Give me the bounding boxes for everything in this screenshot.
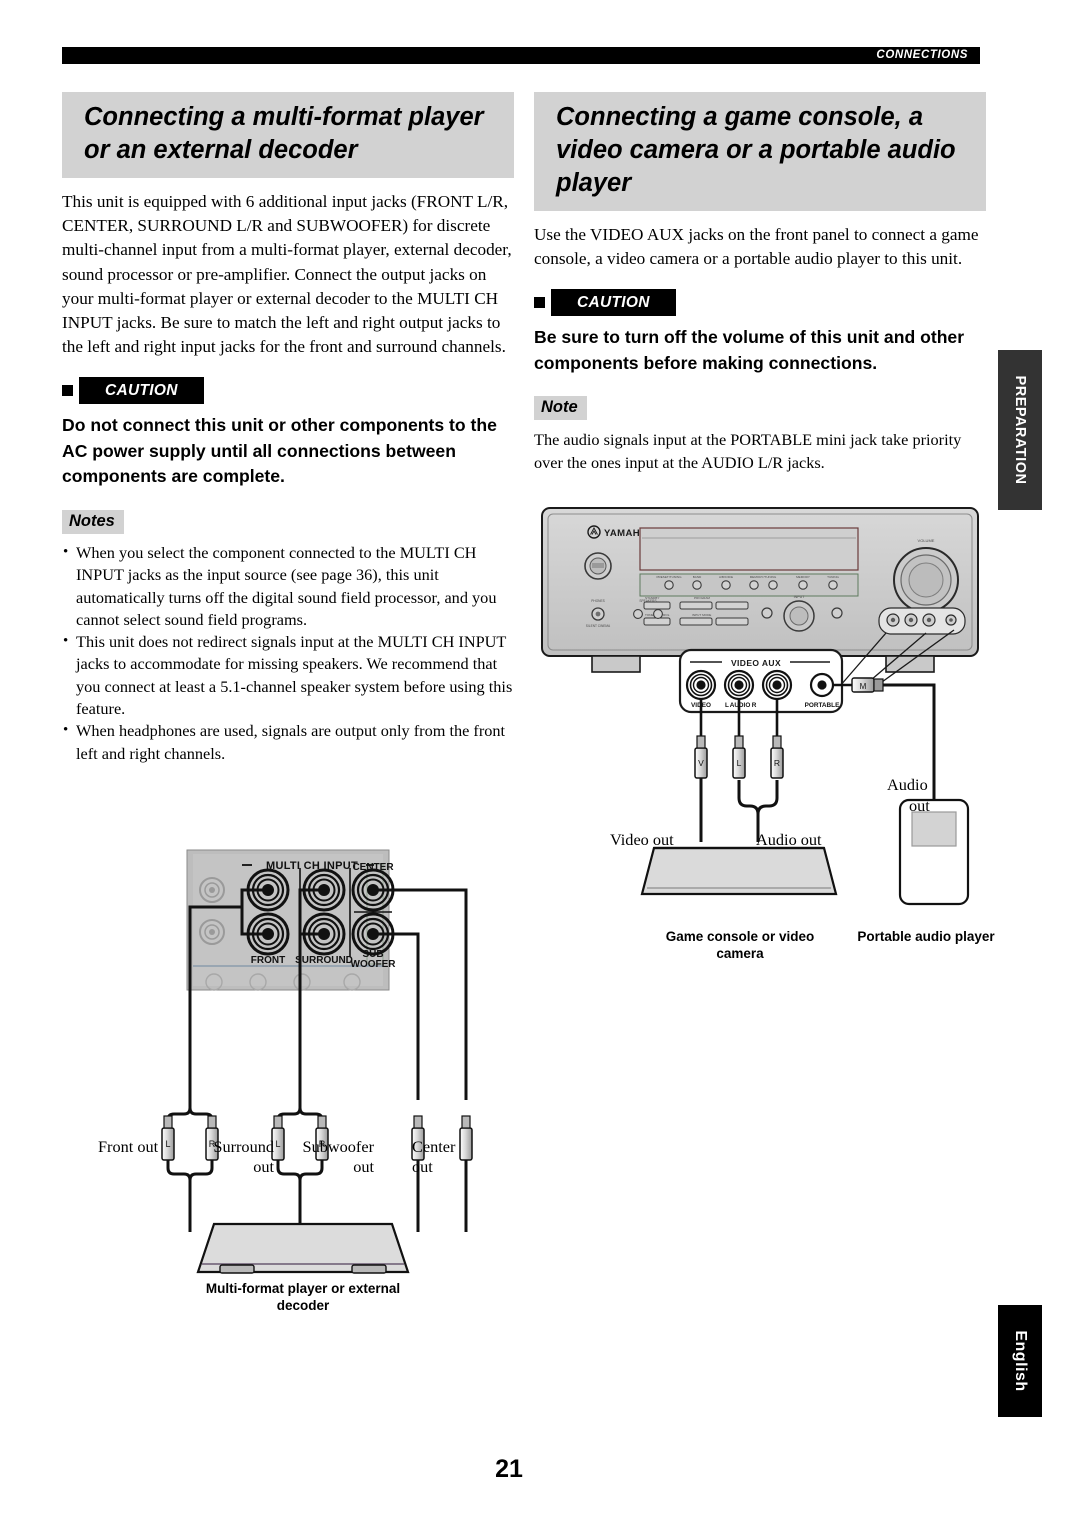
svg-text:A/B/C/D/E: A/B/C/D/E <box>719 575 733 579</box>
figure-video-aux-connection: YAMAHA PRESET/TUNING BAND A/B/C/D/E MEMORY… <box>534 500 995 970</box>
left-notes-label: Notes <box>62 509 124 534</box>
svg-text:PORTABLE: PORTABLE <box>805 702 840 709</box>
svg-text:V: V <box>698 758 704 768</box>
svg-text:VOLUME: VOLUME <box>918 538 935 543</box>
svg-text:L: L <box>725 702 729 709</box>
label-subwoofer-out: Subwoofer out <box>302 1137 374 1176</box>
svg-text:L: L <box>737 758 742 768</box>
svg-text:TUNING: TUNING <box>827 575 839 579</box>
figure-video-aux-svg: YAMAHA PRESET/TUNING BAND A/B/C/D/E MEMORY… <box>541 507 979 906</box>
caption-multi-format-player: Multi-format player or external decoder <box>205 1281 401 1313</box>
left-notes-list: When you select the component connected … <box>62 541 514 765</box>
caption-portable-player: Portable audio player <box>857 929 995 944</box>
caution-square-icon <box>534 297 545 309</box>
label-woofer: WOOFER <box>351 959 397 970</box>
label-surround: SURROUND <box>295 955 353 966</box>
svg-text:MEMORY: MEMORY <box>796 575 810 579</box>
svg-text:INPUT: INPUT <box>794 595 806 599</box>
left-section-heading: Connecting a multi-format player or an e… <box>62 92 514 178</box>
left-intro-paragraph: This unit is equipped with 6 additional … <box>62 192 512 357</box>
side-tab-english: English <box>998 1305 1042 1417</box>
list-item: This unit does not redirect signals inpu… <box>62 630 514 720</box>
multi-format-player-device <box>196 1222 410 1274</box>
video-aux-panel-title: VIDEO AUX <box>731 658 781 668</box>
label-surround-out: Surround out <box>213 1137 274 1176</box>
page-number: 21 <box>495 1455 523 1483</box>
side-tab-english-label: English <box>1012 1330 1029 1392</box>
svg-text:MEMORY/TUNING: MEMORY/TUNING <box>750 575 777 579</box>
list-item: When you select the component connected … <box>62 541 514 631</box>
figure-multi-ch-input-connection: MULTI CH INPUT CENTER FRONT SURROUND SUB… <box>62 832 522 1313</box>
label-front: FRONT <box>251 955 285 966</box>
label-front-out: Front out <box>98 1137 159 1156</box>
label-audio-out: Audio out <box>756 830 822 849</box>
left-caution-header: CAUTION <box>62 377 514 405</box>
caution-square-icon <box>62 385 73 397</box>
caption-game-console: Game console or video camera <box>665 929 815 961</box>
label-center: CENTER <box>352 862 394 873</box>
manual-page: CONNECTIONS Connecting a multi-format pl… <box>0 0 1080 1523</box>
svg-text:M: M <box>860 682 867 691</box>
side-tab-preparation-label: PREPARATION <box>1012 375 1028 485</box>
svg-text:SPEAKERS: SPEAKERS <box>639 599 656 603</box>
svg-text:SILENT CINEMA: SILENT CINEMA <box>586 624 611 628</box>
right-section-heading: Connecting a game console, a video camer… <box>534 92 986 211</box>
label-portable-audio-out-1: Audio <box>887 775 928 794</box>
label-portable-audio-out-2: out <box>909 796 930 815</box>
game-console-device <box>640 846 838 896</box>
left-column: Connecting a multi-format player or an e… <box>62 92 514 765</box>
label-center-out: Center out <box>412 1137 456 1176</box>
running-head-bar: CONNECTIONS <box>62 47 980 64</box>
right-caution-label: CAUTION <box>551 289 676 317</box>
svg-text:L: L <box>275 1139 280 1149</box>
multi-ch-input-title: MULTI CH INPUT <box>266 860 358 872</box>
right-note-text: The audio signals input at the PORTABLE … <box>534 430 962 472</box>
right-note-label: Note <box>534 396 587 421</box>
svg-text:PROGRAM: PROGRAM <box>694 596 710 600</box>
svg-text:R: R <box>752 702 757 709</box>
svg-text:BAND: BAND <box>693 575 702 579</box>
right-caution-header: CAUTION <box>534 289 986 317</box>
right-column: Connecting a game console, a video camer… <box>534 92 986 474</box>
left-caution-label: CAUTION <box>79 377 204 405</box>
figure-multi-ch-svg: MULTI CH INPUT CENTER FRONT SURROUND SUB… <box>161 849 473 1274</box>
video-aux-panel: VIDEO AUX L R PORTABLE <box>678 648 844 714</box>
svg-text:R: R <box>774 758 780 768</box>
running-head-label: CONNECTIONS <box>876 49 968 61</box>
right-caution-text: Be sure to turn off the volume of this u… <box>534 327 965 373</box>
svg-text:PRESET/TUNING: PRESET/TUNING <box>656 575 682 579</box>
svg-text:PHONES: PHONES <box>591 599 604 603</box>
list-item: When headphones are used, signals are ou… <box>62 719 514 765</box>
side-tab-preparation: PREPARATION <box>998 350 1042 510</box>
right-intro-paragraph: Use the VIDEO AUX jacks on the front pan… <box>534 225 979 269</box>
svg-text:INPUT MODE: INPUT MODE <box>692 613 711 617</box>
left-caution-text: Do not connect this unit or other compon… <box>62 415 497 487</box>
label-video-out: Video out <box>610 830 674 849</box>
